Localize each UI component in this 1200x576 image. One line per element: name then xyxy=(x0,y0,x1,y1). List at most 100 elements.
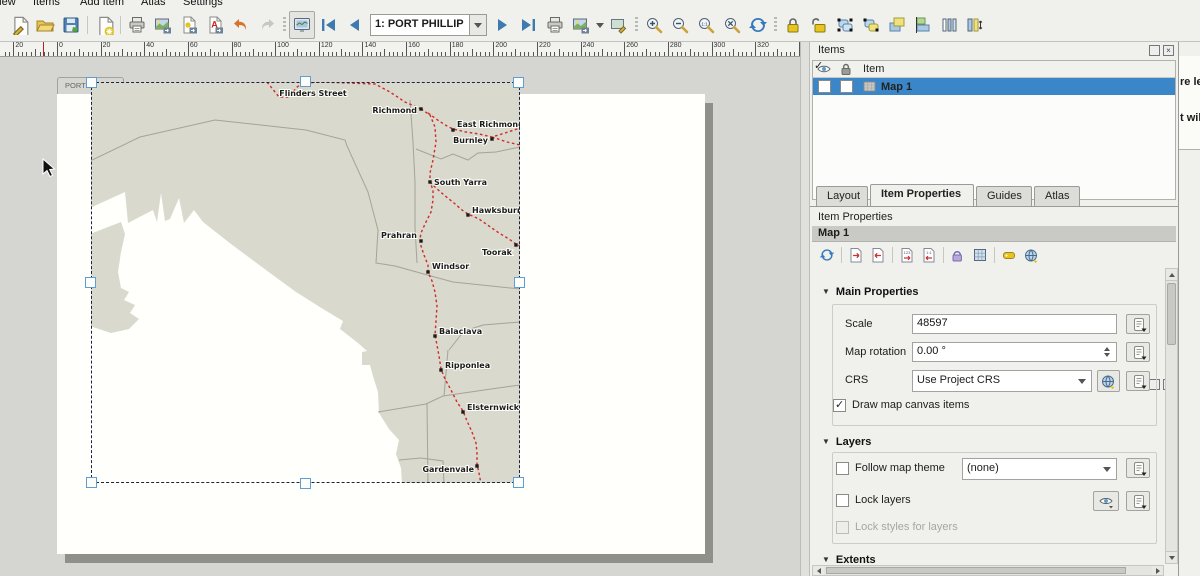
resize-handle-s[interactable] xyxy=(300,478,311,489)
map-rotation-spinbox[interactable]: 0.00 ° xyxy=(912,342,1117,362)
resize-handle-e[interactable] xyxy=(514,277,525,288)
float-panel-icon[interactable] xyxy=(1149,45,1160,56)
previous-feature-button[interactable] xyxy=(341,11,367,39)
set-scale-to-canvas-button[interactable]: 123 xyxy=(896,244,918,266)
atlas-feature-dropdown[interactable] xyxy=(470,14,487,36)
next-feature-button[interactable] xyxy=(490,11,516,39)
follow-map-theme-checkbox[interactable] xyxy=(836,462,849,475)
properties-vertical-scrollbar[interactable] xyxy=(1165,268,1178,564)
redo-button[interactable] xyxy=(254,11,280,39)
resize-handle-sw[interactable] xyxy=(86,477,97,488)
selected-item-header: Map 1 xyxy=(812,226,1176,242)
map-item[interactable]: Flinders StreetRichmondEast RichmondBurn… xyxy=(91,82,520,483)
layer-visibility-button[interactable] xyxy=(1093,491,1119,511)
zoom-full-extent-button[interactable] xyxy=(719,11,745,39)
layout-canvas[interactable]: PORT PHILLIP xyxy=(0,57,800,576)
items-row-map-1[interactable]: Map 1 xyxy=(813,78,1175,95)
lock-items-button[interactable] xyxy=(780,11,806,39)
zoom-in-button[interactable] xyxy=(641,11,667,39)
crs-override-button[interactable] xyxy=(1126,371,1150,391)
lock-layers-checkbox[interactable] xyxy=(836,494,849,507)
tab-layout[interactable]: Layout xyxy=(816,186,868,206)
set-extent-to-canvas-button[interactable] xyxy=(845,244,867,266)
save-as-template-button[interactable] xyxy=(58,11,84,39)
vertical-scroll-slider[interactable] xyxy=(1167,283,1176,345)
crs-combo[interactable]: Use Project CRS xyxy=(912,370,1092,392)
raise-items-button[interactable] xyxy=(884,11,910,39)
scroll-left-icon[interactable] xyxy=(813,566,824,575)
draw-map-canvas-items-checkbox[interactable] xyxy=(833,399,846,412)
refresh-view-button[interactable] xyxy=(745,11,771,39)
scale-input[interactable]: 48597 xyxy=(912,314,1117,334)
rotation-override-button[interactable] xyxy=(1126,342,1150,362)
export-atlas-button[interactable] xyxy=(568,11,594,39)
ungroup-items-button[interactable] xyxy=(858,11,884,39)
panel-splitter[interactable] xyxy=(800,42,810,576)
scroll-right-icon[interactable] xyxy=(1152,566,1163,575)
menu-add-item[interactable]: Add Item xyxy=(80,0,124,8)
menu-atlas[interactable]: Atlas xyxy=(141,0,165,8)
view-scale-in-canvas-button[interactable]: 1:1 xyxy=(918,244,940,266)
tab-atlas[interactable]: Atlas xyxy=(1034,186,1080,206)
svg-text:Burnley: Burnley xyxy=(453,136,489,145)
distribute-items-button[interactable] xyxy=(936,11,962,39)
export-as-image-button[interactable] xyxy=(150,11,176,39)
section-main-properties[interactable]: ▼Main Properties xyxy=(822,286,918,298)
resize-handle-w[interactable] xyxy=(85,277,96,288)
item-lock-checkbox[interactable] xyxy=(840,80,853,93)
tab-guides[interactable]: Guides xyxy=(976,186,1032,206)
align-items-button[interactable] xyxy=(910,11,936,39)
print-atlas-button[interactable] xyxy=(542,11,568,39)
first-feature-button[interactable] xyxy=(315,11,341,39)
svg-text:Richmond: Richmond xyxy=(372,106,417,115)
properties-horizontal-scrollbar[interactable] xyxy=(812,565,1164,576)
preview-atlas-toggle[interactable] xyxy=(289,11,315,39)
scale-override-button[interactable] xyxy=(1126,314,1150,334)
lock-layers-override-button[interactable] xyxy=(1126,491,1150,511)
undo-button[interactable] xyxy=(228,11,254,39)
rotation-spin-buttons[interactable] xyxy=(1100,344,1114,360)
move-content-button[interactable] xyxy=(969,244,991,266)
lock-layers-label: Lock layers xyxy=(855,494,911,506)
zoom-out-button[interactable] xyxy=(667,11,693,39)
item-visibility-checkbox[interactable] xyxy=(818,80,831,93)
horizontal-scroll-slider[interactable] xyxy=(826,567,1126,574)
labeling-settings-button[interactable] xyxy=(998,244,1020,266)
items-list: Item Map 1 xyxy=(812,60,1176,200)
layout-properties-button[interactable] xyxy=(6,11,32,39)
section-layers[interactable]: ▼Layers xyxy=(822,436,871,448)
new-layout-button[interactable] xyxy=(91,11,117,39)
interactive-edit-button[interactable] xyxy=(947,244,969,266)
menu-settings[interactable]: Settings xyxy=(183,0,223,8)
theme-override-button[interactable] xyxy=(1126,458,1150,478)
print-button[interactable] xyxy=(124,11,150,39)
close-panel-icon[interactable]: × xyxy=(1163,45,1174,56)
scroll-up-icon[interactable] xyxy=(1166,269,1177,281)
group-items-button[interactable] xyxy=(832,11,858,39)
view-extent-in-canvas-button[interactable] xyxy=(867,244,889,266)
atlas-feature-combo[interactable]: 1: PORT PHILLIP xyxy=(370,14,487,36)
map-theme-combo[interactable]: (none) xyxy=(962,458,1117,480)
last-feature-button[interactable] xyxy=(516,11,542,39)
menu-view[interactable]: View xyxy=(0,0,16,8)
export-atlas-dropdown[interactable] xyxy=(594,11,606,39)
export-as-svg-button[interactable] xyxy=(176,11,202,39)
unlock-items-button[interactable] xyxy=(806,11,832,39)
tab-item-properties[interactable]: Item Properties xyxy=(870,184,974,206)
resize-handle-n[interactable] xyxy=(300,76,311,87)
resize-handle-ne[interactable] xyxy=(513,77,524,88)
export-as-pdf-button[interactable]: A xyxy=(202,11,228,39)
resize-handle-se[interactable] xyxy=(513,477,524,488)
resize-handle-nw[interactable] xyxy=(86,77,97,88)
add-items-from-template-button[interactable] xyxy=(32,11,58,39)
resize-items-button[interactable] xyxy=(962,11,988,39)
zoom-actual-size-button[interactable]: 1:1 xyxy=(693,11,719,39)
horizontal-ruler: 2002040608010012014016018020022024026028… xyxy=(0,42,800,57)
clipping-settings-button[interactable] xyxy=(1020,244,1042,266)
atlas-settings-button[interactable] xyxy=(606,11,632,39)
scroll-down-icon[interactable] xyxy=(1166,551,1177,563)
lock-column-lock-icon xyxy=(835,62,857,76)
crs-select-button[interactable] xyxy=(1097,370,1120,392)
refresh-map-preview-button[interactable] xyxy=(816,244,838,266)
menu-items[interactable]: Items xyxy=(33,0,60,8)
